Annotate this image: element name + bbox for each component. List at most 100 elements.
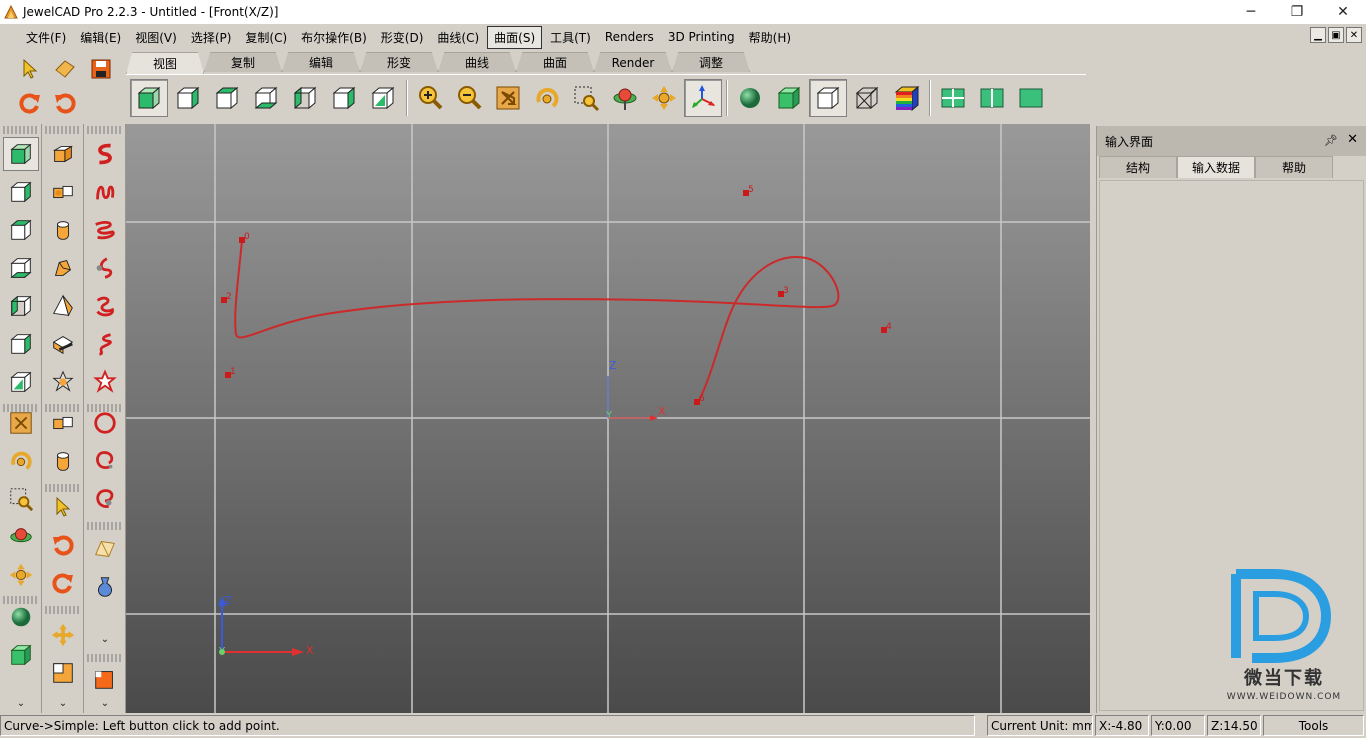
undo-icon[interactable] bbox=[49, 88, 81, 118]
mdi-close-button[interactable]: ✕ bbox=[1346, 27, 1362, 43]
pointer-icon[interactable] bbox=[14, 54, 46, 84]
pan-view-icon[interactable] bbox=[606, 79, 644, 117]
menu-surface[interactable]: 曲面(S) bbox=[487, 25, 543, 49]
twist-object-icon[interactable] bbox=[45, 251, 81, 285]
cylinder-select-icon[interactable] bbox=[45, 213, 81, 247]
menu-help[interactable]: 帮助(H) bbox=[743, 27, 797, 48]
close-button[interactable]: ✕ bbox=[1320, 0, 1366, 24]
menu-renders[interactable]: Renders bbox=[599, 28, 660, 46]
color-layers-icon[interactable] bbox=[887, 79, 925, 117]
move-arrows-icon[interactable] bbox=[45, 618, 81, 652]
viewport-front[interactable]: 0 1 2 3 4 5 6 Z X Y Z X Y bbox=[126, 124, 1090, 713]
teardrop-curve-icon[interactable] bbox=[87, 444, 123, 478]
wireframe-icon[interactable] bbox=[848, 79, 886, 117]
front-view-icon[interactable] bbox=[130, 78, 168, 117]
tab-input-data[interactable]: 输入数据 bbox=[1177, 156, 1255, 178]
tab-help[interactable]: 帮助 bbox=[1255, 156, 1333, 178]
curve-hook-icon[interactable] bbox=[87, 251, 123, 285]
tab-view[interactable]: 视图 bbox=[126, 52, 204, 74]
four-views-icon[interactable] bbox=[934, 79, 972, 117]
rotate-view-icon[interactable] bbox=[528, 79, 566, 117]
viewport-canvas[interactable]: 0 1 2 3 4 5 6 Z X Y Z X Y bbox=[126, 124, 1090, 713]
sphere-side-icon[interactable] bbox=[3, 600, 39, 634]
zoom-window-side-icon[interactable] bbox=[3, 482, 39, 516]
cube-side-icon[interactable] bbox=[3, 638, 39, 672]
back-view-icon[interactable] bbox=[169, 79, 207, 117]
two-views-icon[interactable] bbox=[973, 79, 1011, 117]
top-view-side-icon[interactable] bbox=[3, 213, 39, 247]
panel-close-button[interactable]: ✕ bbox=[1347, 132, 1358, 147]
layer-square-icon[interactable] bbox=[45, 656, 81, 690]
right-view-icon[interactable] bbox=[325, 79, 363, 117]
top-view-icon[interactable] bbox=[208, 79, 246, 117]
menu-select[interactable]: 选择(P) bbox=[185, 27, 238, 48]
tab-render[interactable]: Render bbox=[594, 52, 672, 72]
curve-spring-icon[interactable] bbox=[87, 175, 123, 209]
shaded-cube-icon[interactable] bbox=[770, 79, 808, 117]
curve-spiral-icon[interactable] bbox=[87, 213, 123, 247]
bottom-view-side-icon[interactable] bbox=[3, 251, 39, 285]
redo-icon[interactable] bbox=[14, 88, 46, 118]
back-view-side-icon[interactable] bbox=[3, 175, 39, 209]
move-side-icon[interactable] bbox=[3, 558, 39, 592]
select-pointer-icon[interactable] bbox=[45, 490, 81, 524]
menu-tools[interactable]: 工具(T) bbox=[544, 27, 597, 48]
tab-copy[interactable]: 复制 bbox=[204, 52, 282, 72]
curve-knot-icon[interactable] bbox=[87, 289, 123, 323]
shaded-sphere-icon[interactable] bbox=[731, 79, 769, 117]
boolean-group-icon[interactable] bbox=[45, 406, 81, 440]
left-view-icon[interactable] bbox=[286, 79, 324, 117]
menu-edit[interactable]: 编辑(E) bbox=[74, 27, 127, 48]
mdi-restore-button[interactable]: ▣ bbox=[1328, 27, 1344, 43]
tab-curve[interactable]: 曲线 bbox=[438, 52, 516, 72]
drawn-curve[interactable] bbox=[234, 239, 840, 405]
pyramid-icon[interactable] bbox=[45, 289, 81, 323]
more-chevron-icon[interactable]: ⌄ bbox=[3, 698, 39, 709]
zoom-fit-icon[interactable] bbox=[489, 79, 527, 117]
pan-side-icon[interactable] bbox=[3, 520, 39, 554]
tab-edit[interactable]: 编辑 bbox=[282, 52, 360, 72]
curve-s-icon[interactable] bbox=[87, 137, 123, 171]
rotate-side-icon[interactable] bbox=[3, 444, 39, 478]
tab-structure[interactable]: 结构 bbox=[1099, 156, 1177, 178]
single-view-icon[interactable] bbox=[1012, 79, 1050, 117]
menu-deform[interactable]: 形变(D) bbox=[375, 27, 430, 48]
redo-side-icon[interactable] bbox=[45, 566, 81, 600]
axis-toggle-icon[interactable] bbox=[684, 78, 722, 117]
circle-curve-icon[interactable] bbox=[87, 406, 123, 440]
surface-vase-icon[interactable] bbox=[87, 570, 123, 604]
box-select-icon[interactable] bbox=[45, 137, 81, 171]
tab-adjust[interactable]: 调整 bbox=[672, 52, 750, 72]
extrude-icon[interactable] bbox=[45, 327, 81, 361]
eraser-icon[interactable] bbox=[49, 54, 81, 84]
front-view-side-icon[interactable] bbox=[3, 137, 39, 171]
wire-cube-icon[interactable] bbox=[809, 78, 847, 117]
zoom-in-icon[interactable] bbox=[411, 79, 449, 117]
iso-view-side-icon[interactable] bbox=[3, 365, 39, 399]
right-view-side-icon[interactable] bbox=[3, 327, 39, 361]
loop-curve-icon[interactable] bbox=[87, 482, 123, 516]
pin-icon[interactable]: 📌︎ bbox=[1324, 134, 1338, 147]
fit-view-side-icon[interactable] bbox=[3, 406, 39, 440]
left-view-side-icon[interactable] bbox=[3, 289, 39, 323]
mdi-minimize-button[interactable]: ▁ bbox=[1310, 27, 1326, 43]
undo-side-icon[interactable] bbox=[45, 528, 81, 562]
tab-deform[interactable]: 形变 bbox=[360, 52, 438, 72]
more-chevron-icon[interactable]: ⌄ bbox=[87, 698, 123, 709]
orange-square-icon[interactable] bbox=[87, 662, 123, 696]
minimize-button[interactable]: ─ bbox=[1228, 0, 1274, 24]
more-chevron-icon[interactable]: ⌄ bbox=[87, 634, 123, 645]
menu-file[interactable]: 文件(F) bbox=[20, 27, 72, 48]
iso-view-icon[interactable] bbox=[364, 79, 402, 117]
save-icon[interactable] bbox=[85, 54, 117, 84]
menu-curve[interactable]: 曲线(C) bbox=[431, 27, 485, 48]
zoom-window-icon[interactable] bbox=[567, 79, 605, 117]
menu-boolean[interactable]: 布尔操作(B) bbox=[295, 27, 373, 48]
tab-surface[interactable]: 曲面 bbox=[516, 52, 594, 72]
bottom-view-icon[interactable] bbox=[247, 79, 285, 117]
menu-copy[interactable]: 复制(C) bbox=[239, 27, 293, 48]
zoom-out-icon[interactable] bbox=[450, 79, 488, 117]
star-curve-icon[interactable] bbox=[87, 365, 123, 399]
cylinder-icon[interactable] bbox=[45, 444, 81, 478]
menu-view[interactable]: 视图(V) bbox=[129, 27, 183, 48]
